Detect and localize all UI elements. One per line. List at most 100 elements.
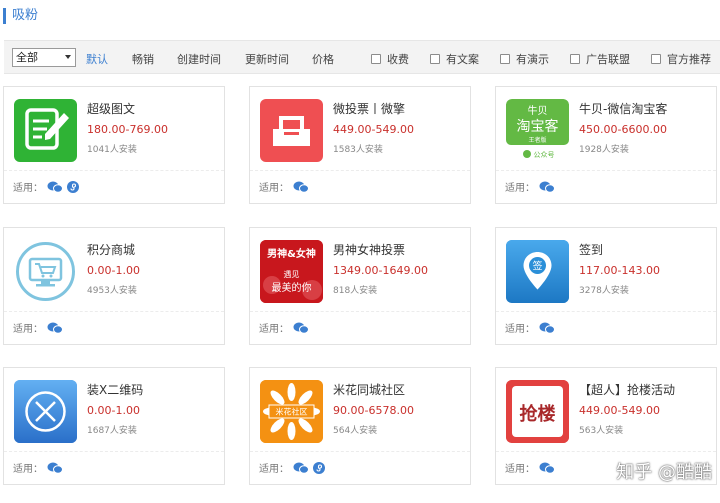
logo-text: 公众号 (534, 151, 555, 159)
app-name[interactable]: 牛贝-微信淘宝客 (579, 100, 667, 117)
app-card-taobaoke[interactable]: 牛贝 淘宝客 王者版 公众号 牛贝-微信淘宝客 450.00-6600.00 1… (495, 86, 717, 204)
category-select-value: 全部 (16, 51, 38, 64)
logo-text: 抢楼 (520, 403, 556, 425)
filter-paid-label: 收费 (387, 53, 409, 66)
app-price: 1349.00-1649.00 (333, 264, 428, 277)
app-name[interactable]: 签到 (579, 241, 603, 258)
wechat-icon (293, 462, 309, 474)
taobaoke-logo-icon: 牛贝 淘宝客 王者版 公众号 (506, 99, 569, 162)
fit-label: 适用： (505, 464, 535, 475)
app-installs: 3278人安装 (579, 286, 629, 296)
app-card-super-graphic[interactable]: 超级图文 180.00-769.00 1041人安装 适用： (3, 86, 225, 204)
flower-logo-icon: 米花社区 (260, 380, 323, 443)
fit-label: 适用： (505, 183, 535, 194)
app-installs: 1041人安装 (87, 145, 137, 155)
platforms: 适用： (13, 179, 79, 194)
filter-paid-checkbox[interactable]: 收费 (371, 51, 409, 67)
card-divider (496, 170, 716, 171)
logo-text: 最美的你 (272, 281, 312, 294)
fit-label: 适用： (13, 324, 43, 335)
fit-label: 适用： (259, 324, 289, 335)
app-name[interactable]: 【超人】抢楼活动 (579, 381, 675, 398)
fit-label: 适用： (259, 183, 289, 194)
wechat-icon (47, 322, 63, 334)
app-card-mihua-community[interactable]: 米花社区 米花同城社区 90.00-6578.00 564人安装 适用： (249, 367, 471, 485)
filter-ad-alliance-checkbox[interactable]: 广告联盟 (570, 51, 630, 67)
platforms: 适用： (13, 320, 63, 335)
app-price: 449.00-549.00 (579, 404, 660, 417)
wechat-icon (47, 462, 63, 474)
platforms: 适用： (259, 320, 309, 335)
app-name[interactable]: 超级图文 (87, 100, 135, 117)
checkbox-icon[interactable] (500, 54, 510, 64)
app-card-vote[interactable]: 微投票丨微擎 449.00-549.00 1583人安装 适用： (249, 86, 471, 204)
checkbox-icon[interactable] (570, 54, 580, 64)
edit-note-icon (14, 99, 77, 162)
wechat-icon (293, 181, 309, 193)
filter-demo-label: 有演示 (516, 53, 549, 66)
app-price: 0.00-1.00 (87, 264, 140, 277)
app-card-check-in[interactable]: 签 签到 117.00-143.00 3278人安装 适用： (495, 227, 717, 345)
god-goddess-poster-icon: 男神&女神 遇见 最美的你 (260, 240, 323, 303)
app-installs: 1928人安装 (579, 145, 629, 155)
fit-label: 适用： (13, 464, 43, 475)
app-installs: 1583人安装 (333, 145, 383, 155)
app-installs: 563人安装 (579, 426, 624, 436)
mini-program-icon (67, 180, 79, 193)
fit-label: 适用： (505, 324, 535, 335)
shopping-cart-monitor-icon (14, 240, 77, 303)
app-installs: 818人安装 (333, 286, 378, 296)
filter-bar: 全部 默认 畅销 创建时间 更新时间 价格 收费 有文案 有演示 广告联盟 官方… (4, 40, 720, 74)
platforms: 适用： (259, 460, 325, 475)
app-card-qr-code[interactable]: 装X二维码 0.00-1.00 1687人安装 适用： (3, 367, 225, 485)
sort-created-time[interactable]: 创建时间 (177, 51, 221, 67)
app-price: 0.00-1.00 (87, 404, 140, 417)
checkbox-icon[interactable] (430, 54, 440, 64)
sort-bestselling[interactable]: 畅销 (132, 51, 154, 67)
fit-label: 适用： (13, 183, 43, 194)
app-name[interactable]: 微投票丨微擎 (333, 100, 405, 117)
sort-price[interactable]: 价格 (312, 51, 334, 67)
calligraphy-logo-icon: 抢楼 (506, 380, 569, 443)
card-divider (250, 451, 470, 452)
app-installs: 4953人安装 (87, 286, 137, 296)
platforms: 适用： (13, 460, 63, 475)
sort-updated-time[interactable]: 更新时间 (245, 51, 289, 67)
app-name[interactable]: 男神女神投票 (333, 241, 405, 258)
app-price: 117.00-143.00 (579, 264, 660, 277)
fit-label: 适用： (259, 464, 289, 475)
card-divider (4, 170, 224, 171)
card-divider (250, 170, 470, 171)
app-installs: 1687人安装 (87, 426, 137, 436)
checkbox-icon[interactable] (651, 54, 661, 64)
filter-copy-checkbox[interactable]: 有文案 (430, 51, 479, 67)
app-name[interactable]: 米花同城社区 (333, 381, 405, 398)
app-card-points-mall[interactable]: 积分商城 0.00-1.00 4953人安装 适用： (3, 227, 225, 345)
logo-text: 米花社区 (276, 407, 308, 417)
checkbox-icon[interactable] (371, 54, 381, 64)
filter-copy-label: 有文案 (446, 53, 479, 66)
app-name[interactable]: 积分商城 (87, 241, 135, 258)
platforms: 适用： (259, 179, 309, 194)
card-divider (496, 311, 716, 312)
app-card-god-goddess-vote[interactable]: 男神&女神 遇见 最美的你 男神女神投票 1349.00-1649.00 818… (249, 227, 471, 345)
filter-official-checkbox[interactable]: 官方推荐 (651, 51, 711, 67)
x-circle-icon (14, 380, 77, 443)
filter-demo-checkbox[interactable]: 有演示 (500, 51, 549, 67)
platforms: 适用： (505, 320, 555, 335)
app-price: 449.00-549.00 (333, 123, 414, 136)
card-divider (250, 311, 470, 312)
logo-text: 牛贝 (528, 104, 548, 117)
logo-text: 签 (533, 260, 543, 273)
logo-text: 淘宝客 (517, 118, 559, 135)
app-installs: 564人安装 (333, 426, 378, 436)
watermark: 知乎 @酷酷 (616, 462, 712, 483)
platforms: 适用： (505, 179, 555, 194)
filter-ad-alliance-label: 广告联盟 (586, 53, 630, 66)
wechat-icon (539, 181, 555, 193)
category-select[interactable]: 全部 (12, 48, 76, 67)
mini-program-icon (313, 461, 325, 474)
app-name[interactable]: 装X二维码 (87, 381, 143, 398)
sort-default[interactable]: 默认 (86, 51, 108, 67)
logo-text: 王者版 (528, 136, 546, 144)
